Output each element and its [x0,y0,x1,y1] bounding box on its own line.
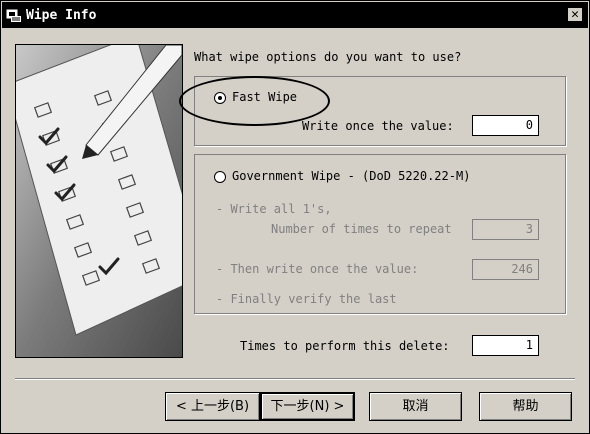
cancel-button[interactable]: 取消 [369,392,462,421]
wipe-options-question: What wipe options do you want to use? [194,50,462,64]
write-all-ones-label: - Write all 1's, [216,202,332,216]
then-write-value-field[interactable]: 246 [472,259,539,280]
finally-verify-label: - Finally verify the last [216,292,397,306]
government-wipe-label[interactable]: Government Wipe - (DoD 5220.22-M) [232,169,470,183]
window-title: Wipe Info [26,8,97,23]
wipe-info-dialog: Wipe Info ✕ What wipe options do you wan… [0,0,590,434]
help-button[interactable]: 帮助 [479,392,572,421]
write-once-value-field[interactable]: 0 [472,115,539,136]
back-button[interactable]: < 上一步(B) [165,392,260,421]
repeat-count-label: Number of times to repeat [271,222,452,236]
government-wipe-radio[interactable] [214,171,226,183]
write-once-label: Write once the value: [302,119,454,133]
title-bar[interactable]: Wipe Info ✕ [2,2,588,28]
close-icon[interactable]: ✕ [567,7,583,22]
times-to-perform-field[interactable]: 1 [472,335,539,356]
times-to-perform-label: Times to perform this delete: [240,339,450,353]
next-button[interactable]: 下一步(N) > [260,392,355,421]
repeat-count-field[interactable]: 3 [472,219,539,240]
button-separator [15,378,575,380]
then-write-label: - Then write once the value: [216,262,419,276]
checklist-illustration [15,44,183,358]
app-icon [6,9,21,22]
